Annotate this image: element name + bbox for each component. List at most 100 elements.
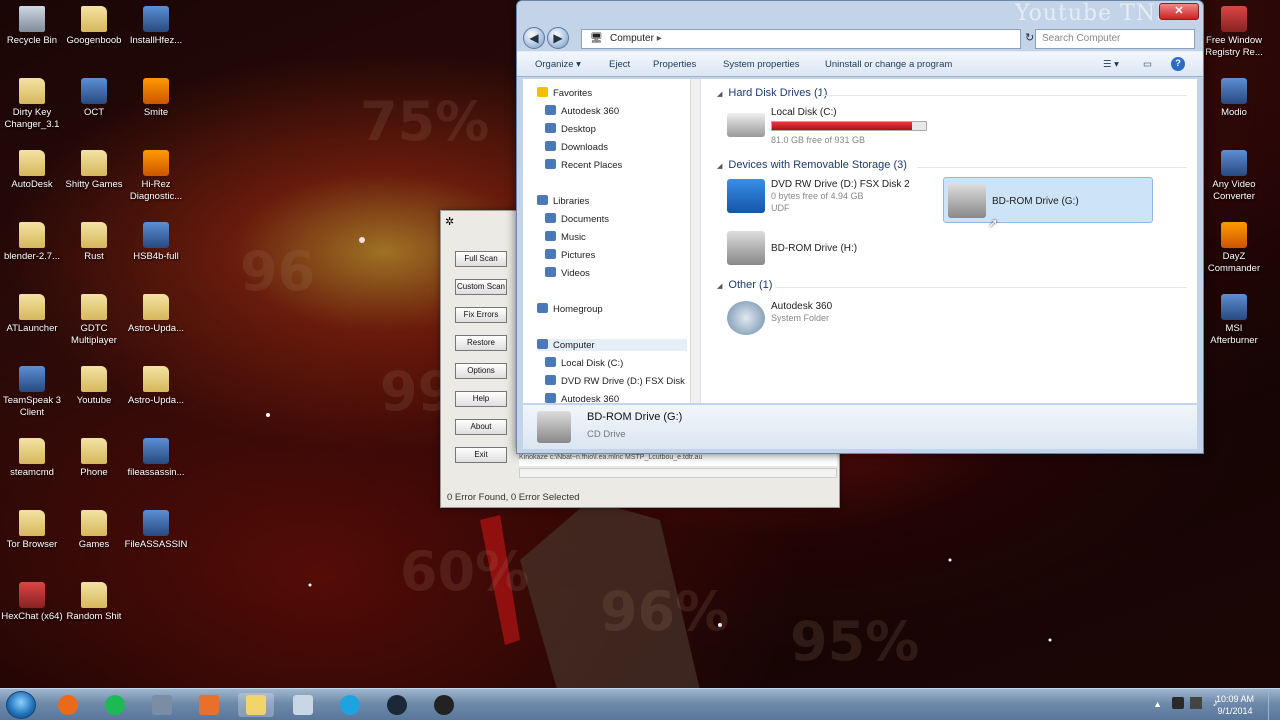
nav-item[interactable]: DVD RW Drive (D:) FSX Disk xyxy=(545,375,685,387)
file-manager-icon[interactable] xyxy=(144,693,180,717)
group-hard-disk-drives[interactable]: Hard Disk Drives (1) xyxy=(717,87,827,99)
desktop-icon-label: DayZ Commander xyxy=(1207,251,1261,274)
firefox-icon[interactable] xyxy=(50,693,86,717)
scanner-hscrollbar[interactable] xyxy=(519,468,837,478)
desktop-icon[interactable]: GDTC Multiplayer xyxy=(62,294,126,347)
nav-item[interactable]: Autodesk 360 xyxy=(545,105,619,117)
desktop-icon[interactable]: AutoDesk xyxy=(0,150,64,191)
desktop-icon[interactable]: Modio xyxy=(1202,78,1266,119)
nav-item[interactable]: Recent Places xyxy=(545,159,622,171)
desktop-icon[interactable]: Free Window Registry Re... xyxy=(1202,6,1266,59)
drive-dvd-d[interactable]: DVD RW Drive (D:) FSX Disk 2 0 bytes fre… xyxy=(727,179,927,219)
desktop-icon[interactable]: Random Shit xyxy=(62,582,126,623)
spotify-icon[interactable] xyxy=(97,693,133,717)
desktop-icon[interactable]: Phone xyxy=(62,438,126,479)
nav-item[interactable]: Homegroup xyxy=(537,303,603,315)
downloads-icon xyxy=(545,141,556,151)
desktop-icon[interactable]: Games xyxy=(62,510,126,551)
nav-scrollbar[interactable] xyxy=(690,79,700,403)
nav-item[interactable]: Favorites xyxy=(537,87,592,99)
desktop-icon[interactable]: Astro-Upda... xyxy=(124,294,188,335)
desktop-icon[interactable]: fileassassin... xyxy=(124,438,188,479)
folder-icon xyxy=(143,294,169,320)
drive-bd-rom-h[interactable]: BD-ROM Drive (H:) xyxy=(727,231,927,267)
scanner-button[interactable]: Exit xyxy=(455,447,507,463)
explorer-window[interactable]: Youtube TN360 ✕ ◀ ▶ 🖥 Computer ▸ ↻ Searc… xyxy=(516,0,1204,454)
scanner-button[interactable]: Fix Errors xyxy=(455,307,507,323)
clock[interactable]: 10:09 AM 9/1/2014 xyxy=(1216,693,1254,717)
properties-button[interactable]: Properties xyxy=(653,59,696,70)
scanner-button[interactable]: Options xyxy=(455,363,507,379)
desktop-icon[interactable]: Dirty Key Changer_3.1 xyxy=(0,78,64,131)
preview-pane-icon[interactable]: ▭ xyxy=(1143,59,1152,70)
item-autodesk-360[interactable]: Autodesk 360 System Folder xyxy=(727,301,927,337)
desktop-icon[interactable]: DayZ Commander xyxy=(1202,222,1266,275)
back-button[interactable]: ◀ xyxy=(523,27,545,49)
forward-button[interactable]: ▶ xyxy=(547,27,569,49)
nav-item[interactable]: Computer xyxy=(537,339,687,351)
tools-icon[interactable] xyxy=(285,693,321,717)
uninstall-program-button[interactable]: Uninstall or change a program xyxy=(825,59,952,70)
explorer-icon[interactable] xyxy=(238,693,274,717)
skype-icon[interactable] xyxy=(332,693,368,717)
nav-item[interactable]: Pictures xyxy=(545,249,595,261)
view-options-icon[interactable]: ☰ ▾ xyxy=(1103,59,1119,70)
nav-item[interactable]: Desktop xyxy=(545,123,596,135)
explorer-titlebar[interactable]: Youtube TN360 ✕ xyxy=(517,1,1203,26)
desktop-icon[interactable]: Smite xyxy=(124,78,188,119)
nav-item[interactable]: Videos xyxy=(545,267,590,279)
help-icon[interactable]: ? xyxy=(1171,57,1185,71)
desktop-icon[interactable]: steamcmd xyxy=(0,438,64,479)
tray-expand-icon[interactable]: ▲ xyxy=(1153,699,1162,709)
nav-item[interactable]: Libraries xyxy=(537,195,589,207)
system-properties-button[interactable]: System properties xyxy=(723,59,800,70)
address-bar[interactable]: 🖥 Computer ▸ xyxy=(581,29,1021,49)
group-other[interactable]: Other (1) xyxy=(717,279,772,291)
nav-item[interactable]: Autodesk 360 xyxy=(545,393,619,405)
desktop-icon[interactable]: Tor Browser xyxy=(0,510,64,551)
desktop-icon[interactable]: TeamSpeak 3 Client xyxy=(0,366,64,419)
desktop-icon[interactable]: ATLauncher xyxy=(0,294,64,335)
drive-bd-rom-g[interactable]: BD-ROM Drive (G:) ➚ xyxy=(943,177,1153,230)
nav-item[interactable]: Downloads xyxy=(545,141,608,153)
start-button[interactable] xyxy=(6,691,36,719)
desktop-icon[interactable]: Rust xyxy=(62,222,126,263)
desktop-icon[interactable]: blender-2.7... xyxy=(0,222,64,263)
group-removable-storage[interactable]: Devices with Removable Storage (3) xyxy=(717,159,907,171)
desktop-icon[interactable]: Googenboob xyxy=(62,6,126,47)
desktop-icon[interactable]: Youtube xyxy=(62,366,126,407)
refresh-icon[interactable]: ↻ xyxy=(1025,31,1034,44)
search-input[interactable]: Search Computer xyxy=(1035,29,1195,49)
unity-icon[interactable] xyxy=(426,693,462,717)
desktop-icon[interactable]: HexChat (x64) xyxy=(0,582,64,623)
nav-item[interactable]: Music xyxy=(545,231,586,243)
close-button[interactable]: ✕ xyxy=(1159,3,1199,20)
drive-local-disk-c[interactable]: Local Disk (C:) 81.0 GB free of 931 GB xyxy=(727,107,937,147)
eject-button[interactable]: Eject xyxy=(609,59,630,70)
nav-item-label: Homegroup xyxy=(553,304,603,315)
scanner-button[interactable]: About xyxy=(455,419,507,435)
desktop-icon[interactable]: OCT xyxy=(62,78,126,119)
nav-item[interactable]: Local Disk (C:) xyxy=(545,357,623,369)
scanner-result-row[interactable]: Kinokaze c:\Nbat~n.fhio\l.ea.mlnc MSTP_L… xyxy=(519,454,837,466)
desktop-icon[interactable]: Astro-Upda... xyxy=(124,366,188,407)
office-icon[interactable] xyxy=(191,693,227,717)
show-desktop-button[interactable] xyxy=(1268,689,1280,720)
desktop-icon[interactable]: Hi-Rez Diagnostic... xyxy=(124,150,188,203)
scanner-button[interactable]: Restore xyxy=(455,335,507,351)
scanner-button[interactable]: Custom Scan xyxy=(455,279,507,295)
tray-app-icon[interactable] xyxy=(1172,697,1184,709)
desktop-icon[interactable]: HSB4b-full xyxy=(124,222,188,263)
desktop-icon[interactable]: InstallHfez... xyxy=(124,6,188,47)
network-icon[interactable] xyxy=(1190,697,1202,709)
steam-icon[interactable] xyxy=(379,693,415,717)
organize-menu[interactable]: Organize ▾ xyxy=(535,59,581,70)
desktop-icon[interactable]: Shitty Games xyxy=(62,150,126,191)
scanner-button[interactable]: Full Scan xyxy=(455,251,507,267)
desktop-icon[interactable]: Any Video Converter xyxy=(1202,150,1266,203)
desktop-icon[interactable]: FileASSASSIN xyxy=(124,510,188,551)
scanner-button[interactable]: Help xyxy=(455,391,507,407)
desktop-icon[interactable]: MSI Afterburner xyxy=(1202,294,1266,347)
nav-item[interactable]: Documents xyxy=(545,213,609,225)
desktop-icon[interactable]: Recycle Bin xyxy=(0,6,64,47)
